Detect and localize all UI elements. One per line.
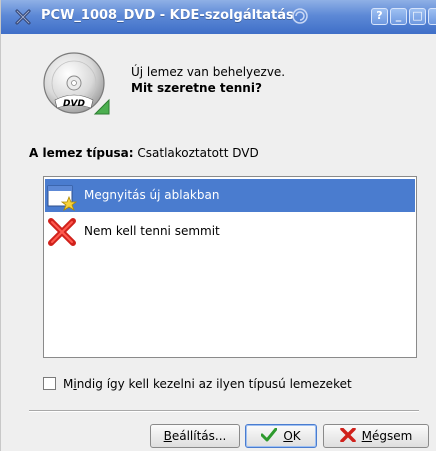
list-item-do-nothing[interactable]: Nem kell tenni semmit [45, 215, 415, 248]
list-item-open-new-window[interactable]: Megnyitás új ablakban [45, 179, 415, 212]
window-title: PCW_1008_DVD - KDE-szolgáltatás [41, 8, 294, 23]
help-button[interactable]: ? [371, 8, 388, 25]
swirl-icon [292, 8, 308, 24]
message-line-2: Mit szeretne tenni? [131, 81, 262, 95]
maximize-button[interactable]: □ [409, 8, 426, 25]
red-x-icon [48, 218, 76, 246]
message-line-1: Új lemez van behelyezve. [131, 65, 286, 79]
title-bar[interactable]: PCW_1008_DVD - KDE-szolgáltatás ? _ □ [1, 0, 436, 34]
disc-type-label: A lemez típusa: [29, 146, 134, 160]
svg-text:DVD: DVD [63, 99, 85, 109]
dialog-window: PCW_1008_DVD - KDE-szolgáltatás ? _ □ DV… [0, 0, 436, 451]
separator [29, 410, 419, 412]
list-item-label: Megnyitás új ablakban [84, 188, 220, 202]
checkmark-icon [261, 428, 278, 442]
disc-type-line: A lemez típusa: Csatlakoztatott DVD [29, 146, 259, 160]
list-item-label: Nem kell tenni semmit [84, 224, 220, 238]
kde-x-icon[interactable] [15, 9, 31, 25]
window-new-icon [47, 185, 77, 211]
cancel-x-icon [339, 428, 356, 442]
close-button[interactable] [428, 8, 436, 25]
settings-button[interactable]: Beállítás... [150, 424, 240, 448]
minimize-button[interactable]: _ [390, 8, 407, 25]
remember-choice-label[interactable]: Mindig így kell kezelni az ilyen típusú … [63, 377, 352, 391]
dvd-disc-icon: DVD [43, 52, 110, 115]
cancel-button[interactable]: Mégsem [323, 424, 429, 448]
action-list[interactable]: Megnyitás új ablakban Nem kell tenni sem… [43, 176, 417, 358]
ok-button[interactable]: OK [245, 424, 317, 448]
disc-type-value: Csatlakoztatott DVD [137, 146, 259, 160]
remember-choice-checkbox[interactable] [43, 377, 56, 390]
